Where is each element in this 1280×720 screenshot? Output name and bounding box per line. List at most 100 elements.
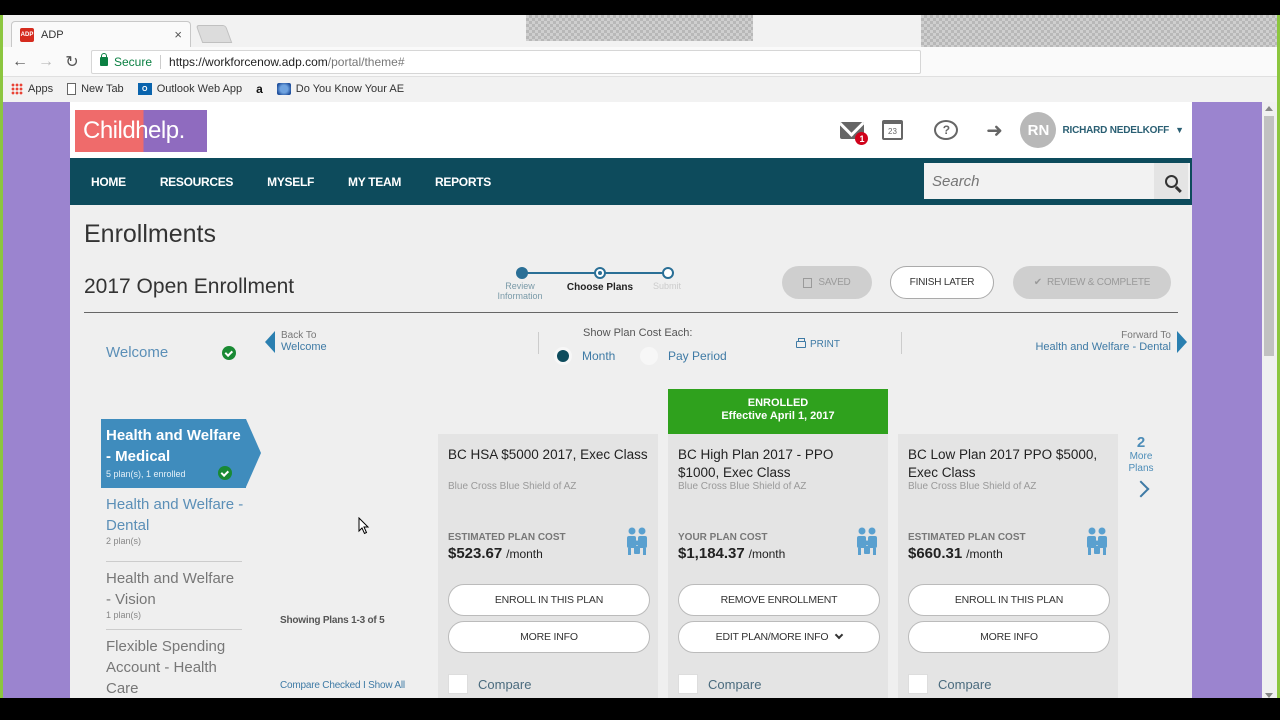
- sidebar-item-medical[interactable]: Health and Welfare - Medical 5 plan(s), …: [101, 419, 261, 488]
- compare-checked-link[interactable]: Compare Checked: [280, 680, 361, 691]
- back-arrow-icon: [265, 330, 275, 353]
- reload-icon[interactable]: ↻: [59, 52, 85, 72]
- family-icon[interactable]: [624, 526, 650, 556]
- page-scrollbar[interactable]: [1262, 102, 1277, 698]
- printer-icon: [796, 338, 806, 348]
- show-all-link[interactable]: Show All: [368, 680, 405, 691]
- more-plans-count: 2: [1136, 434, 1146, 451]
- enroll-in-plan-button[interactable]: ENROLL IN THIS PLAN: [448, 584, 650, 616]
- nav-reports[interactable]: REPORTS: [415, 175, 505, 189]
- avatar[interactable]: RN: [1020, 112, 1057, 148]
- plan-name: BC Low Plan 2017 PPO $5000, Exec Class: [908, 447, 1098, 480]
- more-info-button[interactable]: MORE INFO: [908, 621, 1110, 653]
- progress-stepper: Review Information Choose Plans Submit: [488, 267, 681, 307]
- finish-later-button[interactable]: FINISH LATER: [890, 266, 994, 299]
- check-circle-icon: [222, 346, 236, 360]
- sidebar-item-sub: 2 plan(s): [106, 536, 142, 546]
- plan-cost-label: YOUR PLAN COST: [678, 532, 768, 543]
- family-icon[interactable]: [1084, 526, 1110, 556]
- checkbox[interactable]: [448, 674, 468, 694]
- childhelp-logo[interactable]: Childhelp.: [75, 110, 207, 152]
- remove-enrollment-button[interactable]: REMOVE ENROLLMENT: [678, 584, 880, 616]
- edit-plan-more-info-button[interactable]: EDIT PLAN/MORE INFO: [678, 621, 880, 653]
- nav-my-team[interactable]: MY TEAM: [328, 175, 415, 189]
- search-button[interactable]: [1154, 163, 1188, 199]
- brand-bar: Childhelp. 1 23 ? ➜ RN RICHARD NEDELKOFF…: [70, 102, 1192, 158]
- chevron-down-icon[interactable]: ▼: [1175, 125, 1184, 135]
- nav-myself[interactable]: MYSELF: [247, 175, 328, 189]
- step-label-review[interactable]: Review Information: [490, 281, 550, 301]
- print-button[interactable]: PRINT: [796, 338, 840, 350]
- radio-pay-period[interactable]: Pay Period: [640, 347, 727, 365]
- help-button[interactable]: ?: [926, 115, 966, 145]
- browser-window: ADP ADP × ← → ↻ Secure https://workforce…: [0, 15, 1280, 698]
- scroll-down-icon[interactable]: [1265, 693, 1273, 698]
- bookmark-outlook[interactable]: O Outlook Web App: [137, 83, 242, 95]
- radio-button[interactable]: [640, 347, 658, 365]
- radio-month[interactable]: Month: [554, 347, 615, 365]
- more-info-button[interactable]: MORE INFO: [448, 621, 650, 653]
- sidebar-item-dental[interactable]: Health and Welfare - Dental 2 plan(s): [106, 494, 246, 546]
- showing-plans-count: Showing Plans 1-3 of 5: [280, 615, 385, 626]
- sidebar-item-welcome[interactable]: Welcome: [106, 344, 246, 361]
- compare-checkbox[interactable]: Compare: [448, 674, 531, 694]
- plan-name: BC HSA $5000 2017, Exec Class: [448, 447, 648, 462]
- plan-cost-period: /month: [506, 547, 543, 561]
- sidebar-item-vision[interactable]: Health and Welfare - Vision 1 plan(s): [106, 561, 242, 620]
- scroll-up-icon[interactable]: [1265, 106, 1273, 111]
- compare-checkbox[interactable]: Compare: [678, 674, 761, 694]
- radio-label: Pay Period: [668, 349, 727, 363]
- plan-carrier: Blue Cross Blue Shield of AZ: [908, 481, 1037, 492]
- nav-resources[interactable]: RESOURCES: [140, 175, 247, 189]
- bookmark-amazon[interactable]: a: [256, 82, 263, 96]
- forward-arrow-icon: [1177, 330, 1187, 353]
- bookmark-do-you-know[interactable]: Do You Know Your AE: [276, 83, 404, 95]
- address-bar[interactable]: Secure https://workforcenow.adp.com/port…: [91, 49, 921, 74]
- help-icon: ?: [934, 120, 959, 140]
- review-complete-label: REVIEW & COMPLETE: [1046, 277, 1151, 288]
- sidebar-item-label: Health and Welfare - Dental: [106, 496, 244, 534]
- plan-cost-period: /month: [966, 547, 1003, 561]
- sidebar-item-label: Welcome: [106, 344, 169, 361]
- save-icon: [803, 277, 813, 288]
- enroll-in-plan-button[interactable]: ENROLL IN THIS PLAN: [908, 584, 1110, 616]
- step-dot-review: [516, 267, 528, 279]
- step-label-submit: Submit: [652, 281, 681, 291]
- logout-button[interactable]: ➜: [974, 115, 1014, 145]
- compare-checkbox[interactable]: Compare: [908, 674, 991, 694]
- sidebar-item-fsa[interactable]: Flexible Spending Account - Health Care: [106, 629, 242, 698]
- saved-label: SAVED: [818, 277, 851, 288]
- new-tab-button[interactable]: [195, 25, 233, 43]
- back-target: Welcome: [281, 341, 327, 353]
- calendar-icon: 23: [881, 120, 903, 140]
- saved-button[interactable]: SAVED: [782, 266, 872, 299]
- radio-button-selected[interactable]: [554, 347, 572, 365]
- checkbox[interactable]: [908, 674, 928, 694]
- review-complete-button[interactable]: ✔ REVIEW & COMPLETE: [1013, 266, 1171, 299]
- checkmark-icon: ✔: [1033, 277, 1042, 288]
- search-input[interactable]: [924, 163, 1154, 199]
- user-name[interactable]: RICHARD NEDELKOFF: [1062, 125, 1169, 136]
- nav-home[interactable]: HOME: [70, 175, 140, 189]
- forward-arrow-icon[interactable]: →: [33, 53, 59, 71]
- utility-menu: 1 23 ? ➜ RN RICHARD NEDELKOFF ▼: [832, 110, 1184, 150]
- plan-cost-label: ESTIMATED PLAN COST: [908, 532, 1026, 543]
- close-tab-icon[interactable]: ×: [174, 27, 182, 42]
- bookmark-new-tab[interactable]: New Tab: [67, 83, 124, 95]
- forward-to-dental-link[interactable]: Forward To Health and Welfare - Dental: [1035, 330, 1187, 353]
- browser-tab[interactable]: ADP ADP ×: [11, 21, 191, 47]
- checkbox[interactable]: [678, 674, 698, 694]
- secure-indicator[interactable]: Secure: [100, 53, 152, 69]
- calendar-button[interactable]: 23: [872, 115, 912, 145]
- divider: [84, 312, 1178, 313]
- more-plans-button[interactable]: 2 More Plans: [1123, 434, 1159, 498]
- bookmark-apps[interactable]: Apps: [11, 83, 53, 95]
- url-path: /portal/theme#: [327, 54, 405, 69]
- scrollbar-thumb[interactable]: [1264, 116, 1274, 356]
- messages-button[interactable]: 1: [832, 115, 872, 145]
- sidebar-item-label: Flexible Spending Account - Health Care: [106, 638, 226, 697]
- family-icon[interactable]: [854, 526, 880, 556]
- tab-title: ADP: [41, 28, 64, 41]
- back-arrow-icon[interactable]: ←: [7, 53, 33, 71]
- back-to-welcome-link[interactable]: Back To Welcome: [265, 330, 327, 353]
